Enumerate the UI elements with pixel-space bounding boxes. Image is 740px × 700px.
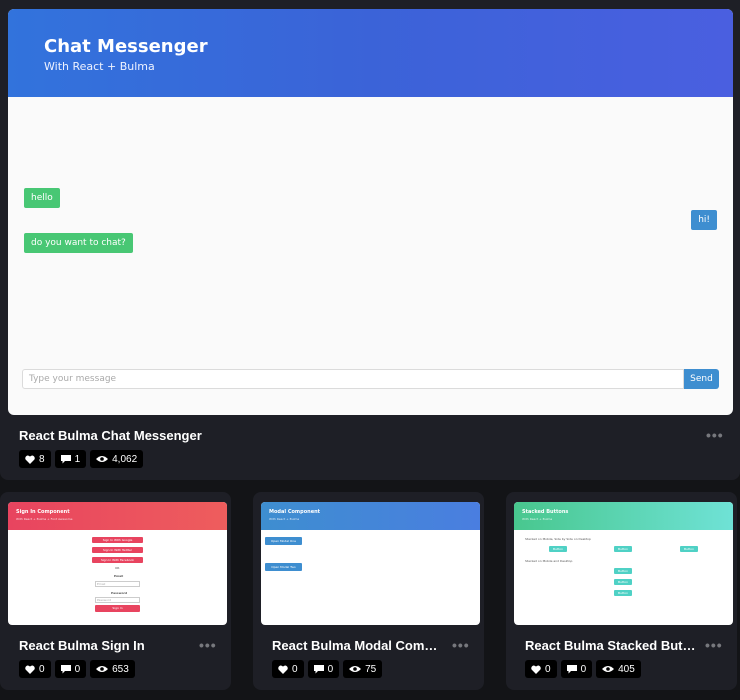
more-dots-icon[interactable]: •••: [705, 637, 723, 653]
pen-preview[interactable]: Chat Messenger With React + Bulma hello …: [8, 9, 733, 415]
comment-button[interactable]: 0: [560, 660, 593, 678]
pen-title[interactable]: React Bulma Modal Compo...: [272, 638, 442, 653]
like-count: 0: [545, 663, 551, 675]
more-dots-icon[interactable]: •••: [199, 637, 217, 653]
more-dots-icon[interactable]: •••: [452, 637, 470, 653]
thumb-title: Sign In Component: [16, 509, 70, 515]
row-button: Button: [680, 546, 698, 552]
thumb-subtitle: With React + Bulma: [522, 517, 553, 521]
chat-hero: Chat Messenger With React + Bulma: [8, 9, 733, 97]
eye-icon: [96, 456, 109, 462]
email-field: Email: [95, 581, 140, 587]
hero-subtitle: With React + Bulma: [44, 60, 155, 73]
heart-icon: [278, 665, 288, 674]
thumb-header: Stacked Buttons With React + Bulma: [514, 502, 733, 530]
views-count: 405: [618, 663, 635, 675]
heart-icon: [531, 665, 541, 674]
pen-title[interactable]: React Bulma Sign In: [19, 638, 189, 653]
open-modal-two-button: Open Modal Two: [265, 563, 302, 571]
pen-preview[interactable]: Sign In Component With React + Bulma + F…: [8, 502, 227, 625]
send-button[interactable]: Send: [684, 369, 719, 389]
comment-button[interactable]: 0: [307, 660, 340, 678]
chat-message: hello: [24, 188, 60, 208]
eye-icon: [96, 666, 109, 672]
thumb-title: Stacked Buttons: [522, 509, 569, 515]
like-button[interactable]: 8: [19, 450, 51, 468]
hero-title: Chat Messenger: [44, 36, 208, 57]
stack-button: Button: [614, 579, 632, 585]
pen-stats: 0 0 405: [525, 660, 641, 678]
signin-google-button: Sign In With Google: [92, 537, 143, 543]
password-field: Password: [95, 597, 140, 603]
pen-card-signin: Sign In Component With React + Bulma + F…: [0, 492, 231, 690]
email-label: Email: [114, 574, 124, 578]
comment-button[interactable]: 1: [54, 450, 87, 468]
comment-icon: [566, 664, 577, 673]
like-count: 0: [292, 663, 298, 675]
row-button: Button: [549, 546, 567, 552]
views-count: 4,062: [112, 453, 138, 465]
views-count: 75: [365, 663, 377, 675]
featured-pen-card: Chat Messenger With React + Bulma hello …: [0, 0, 740, 480]
signin-submit-button: Sign In: [95, 605, 140, 612]
views-stat: 4,062: [90, 450, 144, 468]
pens-grid: Chat Messenger With React + Bulma hello …: [0, 0, 740, 700]
comment-count: 0: [580, 663, 587, 675]
thumb-subtitle: With React + Bulma: [269, 517, 300, 521]
pen-title[interactable]: React Bulma Stacked Butto...: [525, 638, 697, 653]
pen-stats: 0 0 653: [19, 660, 135, 678]
views-count: 653: [112, 663, 129, 675]
pen-card-stacked-buttons: Stacked Buttons With React + Bulma Stack…: [506, 492, 737, 690]
thumb-header: Sign In Component With React + Bulma + F…: [8, 502, 227, 530]
thumb-title: Modal Component: [269, 509, 321, 515]
caption-stacked: Stacked on Mobile and Desktop: [525, 559, 573, 563]
comment-icon: [313, 664, 324, 673]
signin-twitter-button: Sign In With Twitter: [92, 547, 143, 553]
stack-button: Button: [614, 568, 632, 574]
like-count: 0: [39, 663, 45, 675]
views-stat: 75: [343, 660, 383, 678]
open-modal-one-button: Open Modal One: [265, 537, 302, 545]
pen-card-modal: Modal Component With React + Bulma Open …: [253, 492, 484, 690]
like-button[interactable]: 0: [19, 660, 51, 678]
like-button[interactable]: 0: [525, 660, 557, 678]
comment-icon: [60, 664, 71, 673]
chat-message: do you want to chat?: [24, 233, 133, 253]
like-button[interactable]: 0: [272, 660, 304, 678]
row-button: Button: [614, 546, 632, 552]
like-count: 8: [39, 453, 45, 465]
comment-button[interactable]: 0: [54, 660, 87, 678]
eye-icon: [602, 666, 615, 672]
message-input[interactable]: Type your message: [22, 369, 684, 389]
views-stat: 653: [90, 660, 135, 678]
pen-preview[interactable]: Modal Component With React + Bulma Open …: [261, 502, 480, 625]
caption-side-by-side: Stacked on Mobile, Side by Side on Deskt…: [525, 537, 591, 541]
pen-stats: 0 0 75: [272, 660, 383, 678]
chat-message: hi!: [691, 210, 717, 230]
comment-count: 0: [74, 663, 81, 675]
stack-button: Button: [614, 590, 632, 596]
comment-count: 0: [327, 663, 334, 675]
pen-preview[interactable]: Stacked Buttons With React + Bulma Stack…: [514, 502, 733, 625]
heart-icon: [25, 665, 35, 674]
or-divider: OR: [115, 566, 120, 570]
thumb-subtitle: With React + Bulma + Font Awesome: [16, 517, 73, 521]
pen-stats: 8 1 4,062: [19, 450, 144, 468]
views-stat: 405: [596, 660, 641, 678]
thumb-header: Modal Component With React + Bulma: [261, 502, 480, 530]
comment-icon: [60, 454, 71, 463]
eye-icon: [349, 666, 362, 672]
more-dots-icon[interactable]: •••: [706, 427, 724, 443]
pen-title[interactable]: React Bulma Chat Messenger: [19, 428, 202, 443]
password-label: Password: [111, 591, 128, 595]
comment-count: 1: [74, 453, 81, 465]
signin-facebook-button: Sign In With Facebook: [92, 557, 143, 563]
heart-icon: [25, 455, 35, 464]
